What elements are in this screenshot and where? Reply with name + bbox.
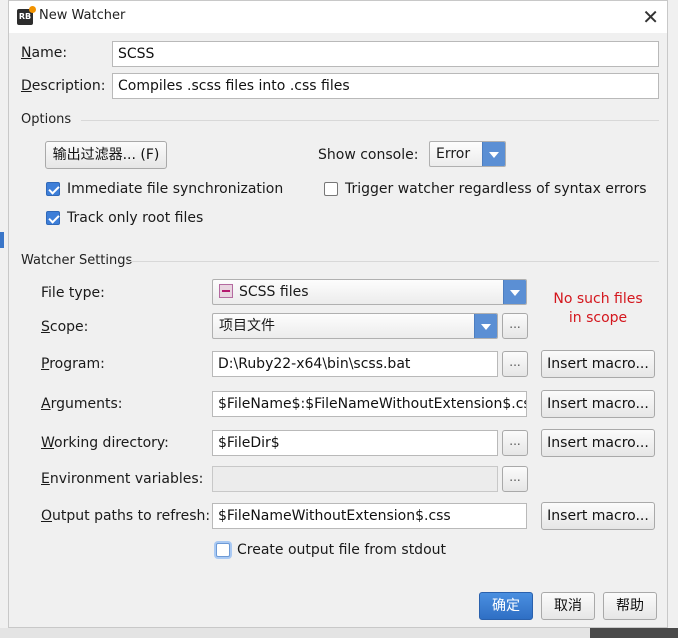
trigger-watcher-label: Trigger watcher regardless of syntax err… [345,181,647,197]
ok-button[interactable]: 确定 [479,592,533,620]
stdout-checkbox[interactable] [216,543,230,557]
arguments-field[interactable]: $FileName$:$FileNameWithoutExtension$.cs… [212,391,527,417]
chevron-down-icon [482,142,505,166]
output-paths-field[interactable]: $FileNameWithoutExtension$.css [212,503,527,529]
background-taskbar-piece [590,628,678,638]
program-field[interactable]: D:\Ruby22-x64\bin\scss.bat [212,351,498,377]
output-paths-label: Output paths to refresh: [41,508,211,524]
stdout-label: Create output file from stdout [237,542,446,558]
options-section-title: Options [21,112,72,127]
track-root-label: Track only root files [67,210,204,226]
watcher-settings-title: Watcher Settings [21,253,133,268]
program-browse-button[interactable]: ... [502,351,528,377]
working-directory-field[interactable]: $FileDir$ [212,430,498,456]
program-label: Program: [41,356,105,372]
background-edge [0,232,4,248]
immediate-sync-label: Immediate file synchronization [67,181,284,197]
scope-label: Scope: [41,319,89,335]
trigger-watcher-checkbox[interactable] [324,182,338,196]
chevron-down-icon [474,314,497,338]
scope-browse-button[interactable]: ... [502,313,528,339]
chevron-down-icon [503,280,526,304]
output-paths-insert-macro-button[interactable]: Insert macro... [541,502,655,530]
watcher-settings-separator [127,261,659,262]
scope-value: 项目文件 [219,318,275,334]
immediate-sync-checkbox[interactable] [46,182,60,196]
title-bar[interactable]: RB New Watcher ✕ [9,1,667,33]
arguments-label: Arguments: [41,396,123,412]
new-watcher-dialog: RB New Watcher ✕ Name: SCSS Description:… [8,0,668,628]
dialog-title: New Watcher [39,8,126,23]
show-console-value: Error [436,146,471,162]
name-label: Name: [21,45,68,61]
scope-select[interactable]: 项目文件 [212,313,498,339]
working-directory-browse-button[interactable]: ... [502,430,528,456]
sass-file-icon [219,284,233,298]
program-insert-macro-button[interactable]: Insert macro... [541,350,655,378]
show-console-label: Show console: [318,147,419,163]
description-field[interactable]: Compiles .scss files into .css files [112,73,659,99]
background-strip [0,628,678,638]
environment-variables-browse-button[interactable]: ... [502,466,528,492]
arguments-insert-macro-button[interactable]: Insert macro... [541,390,655,418]
working-directory-insert-macro-button[interactable]: Insert macro... [541,429,655,457]
scope-error-message: No such files in scope [553,291,643,326]
working-directory-label: Working directory: [41,435,169,451]
description-label: Description: [21,78,106,94]
close-icon[interactable]: ✕ [642,3,659,31]
help-button[interactable]: 帮助 [603,592,657,620]
file-type-value: SCSS files [239,284,309,300]
environment-variables-label: Environment variables: [41,471,204,487]
track-root-checkbox[interactable] [46,211,60,225]
cancel-button[interactable]: 取消 [541,592,595,620]
app-icon: RB [17,6,36,25]
file-type-select[interactable]: SCSS files [212,279,527,305]
file-type-label: File type: [41,285,105,301]
environment-variables-field[interactable] [212,466,498,492]
name-field[interactable]: SCSS [112,41,659,67]
options-separator [81,120,659,121]
output-filters-button[interactable]: 输出过滤器... (F) [45,141,167,169]
show-console-select[interactable]: Error [429,141,506,167]
